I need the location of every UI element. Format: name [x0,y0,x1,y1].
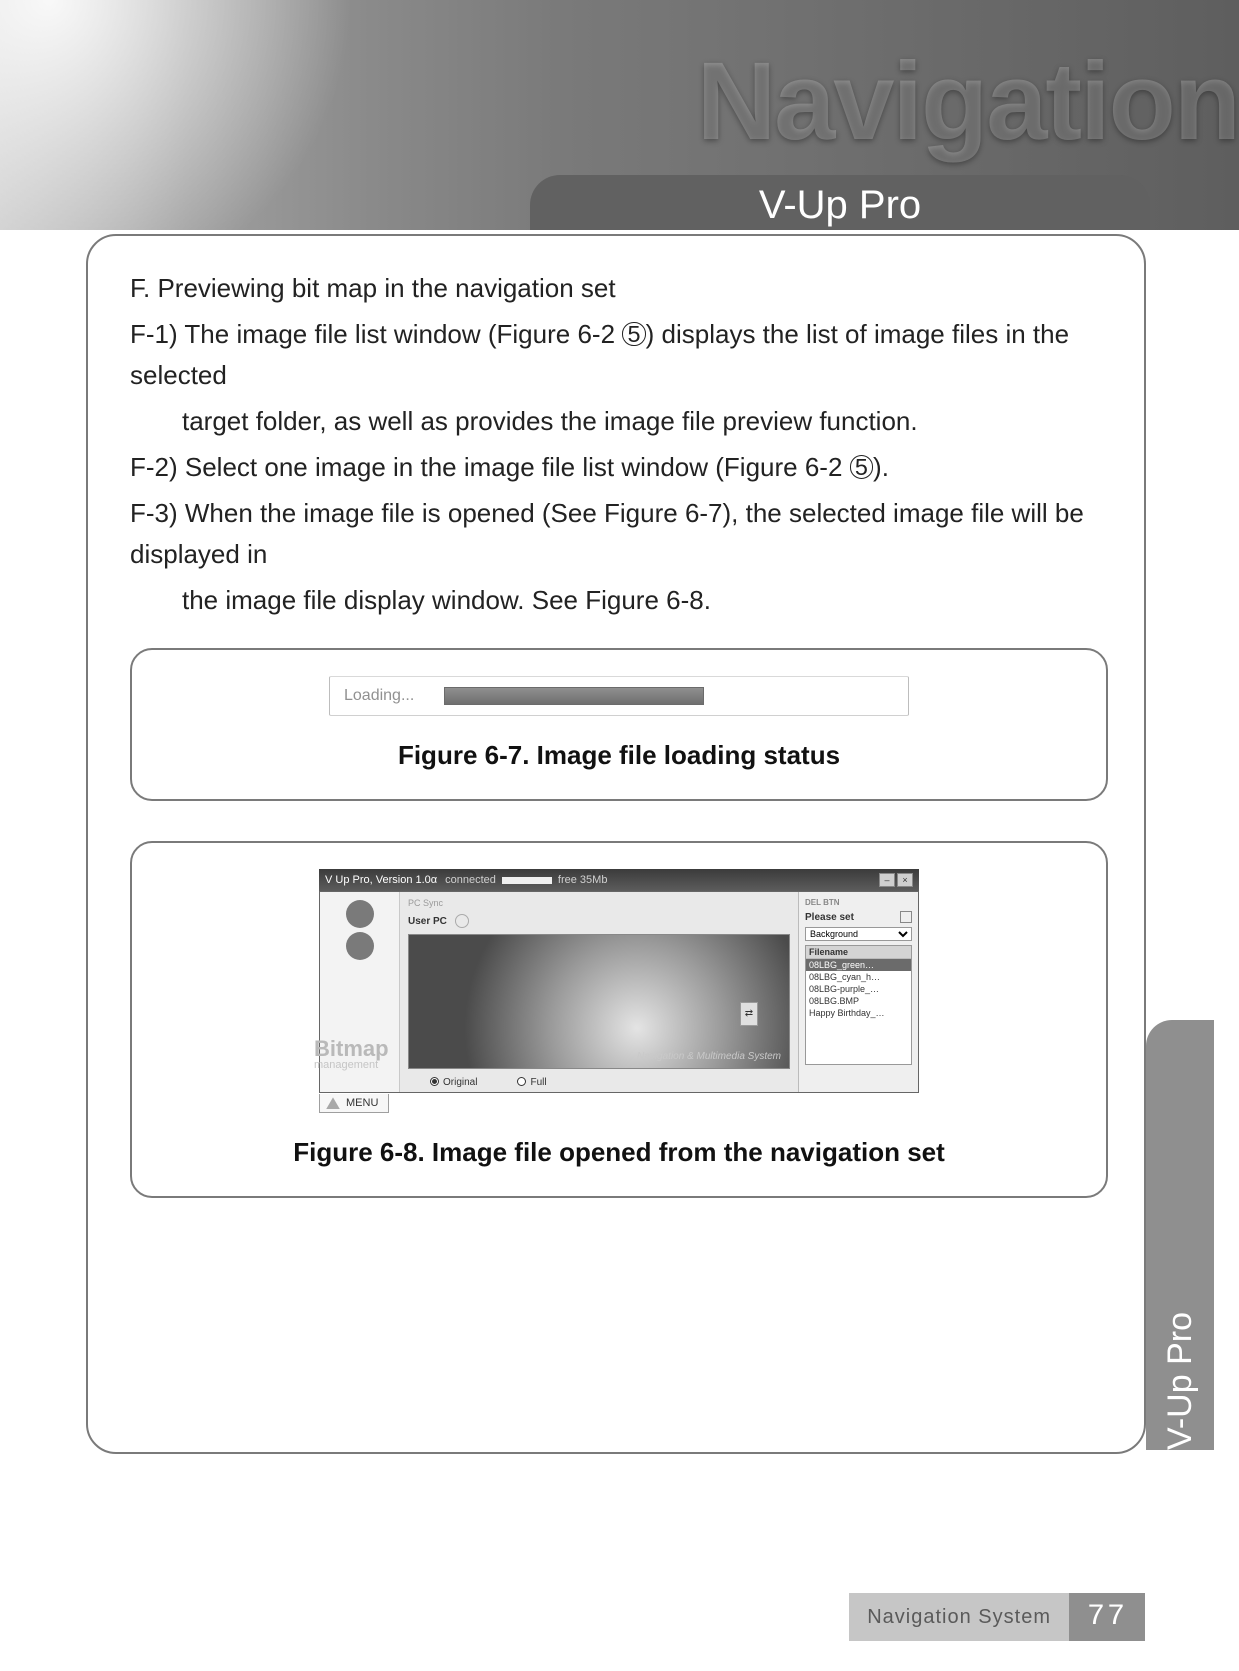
image-preview[interactable] [408,934,790,1069]
file-list-panel: DEL BTN Please set Background Filename 0… [798,892,918,1092]
loading-label: Loading... [344,687,414,705]
body-text: F. Previewing bit map in the navigation … [130,268,1108,620]
text-fragment: F-1) The image file list window (Figure … [130,319,622,349]
content-frame: F. Previewing bit map in the navigation … [86,234,1146,1454]
status-connected: connected [445,874,496,886]
step-f3-line2: the image file display window. See Figur… [130,580,1108,620]
step-f3-line1: F-3) When the image file is opened (See … [130,493,1108,574]
preview-panel: PC Sync User PC Original Full [400,892,798,1092]
circled-number-icon: 5 [850,455,873,478]
page-banner: Navigation V-Up Pro [0,0,1239,230]
step-f1-line2: target folder, as well as provides the i… [130,401,1108,441]
category-dropdown[interactable]: Background [805,927,912,941]
step-f1-line1: F-1) The image file list window (Figure … [130,314,1108,395]
title-bar[interactable]: V Up Pro, Version 1.0α connected free 35… [319,869,919,891]
section-tab-label: V-Up Pro [759,183,921,228]
please-set-label: Please set [805,912,854,923]
trash-icon[interactable] [900,911,912,923]
progress-bar [444,687,704,705]
radio-full[interactable]: Full [517,1077,546,1088]
figure-6-7-caption: Figure 6-7. Image file loading status [158,740,1080,771]
side-chapter-label: V-Up Pro [1161,1282,1200,1450]
refresh-icon[interactable] [455,914,469,928]
circled-number-icon: 5 [622,322,645,345]
list-item[interactable]: Happy Birthday_… [806,1007,911,1019]
menu-tab[interactable]: MENU [319,1094,389,1113]
app-window: V Up Pro, Version 1.0α connected free 35… [319,869,919,1113]
side-label-bot: management [314,1060,389,1070]
text-fragment: ). [873,452,889,482]
file-list[interactable]: Filename 08LBG_green… 08LBG_cyan_h… 08LB… [805,945,912,1065]
minimize-button[interactable]: – [879,873,895,887]
loading-strip: Loading... [329,676,909,716]
footer-label: Navigation System [849,1593,1069,1641]
close-button[interactable]: × [897,873,913,887]
page-number: 77 [1069,1593,1145,1641]
text-fragment: F-2) Select one image in the image file … [130,452,850,482]
user-pc-label: User PC [408,916,447,927]
side-panel: Bitmap management [320,892,400,1092]
figure-6-7-box: Loading... Figure 6-7. Image file loadin… [130,648,1108,801]
banner-watermark: Navigation [697,38,1239,165]
figure-6-8-box: V Up Pro, Version 1.0α connected free 35… [130,841,1108,1198]
list-item[interactable]: 08LBG.BMP [806,995,911,1007]
radio-original-label: Original [443,1077,477,1088]
step-f2: F-2) Select one image in the image file … [130,447,1108,487]
pc-sync-label: PC Sync [408,898,443,908]
figure-6-8-caption: Figure 6-8. Image file opened from the n… [158,1137,1080,1168]
list-item[interactable]: 08LBG_green… [806,959,911,971]
section-tab: V-Up Pro [530,175,1150,230]
list-item[interactable]: 08LBG-purple_… [806,983,911,995]
del-btn-label: DEL BTN [805,898,840,907]
transfer-button[interactable]: ⇄ [740,1002,758,1026]
status-free: free 35Mb [558,874,608,886]
radio-full-label: Full [530,1077,546,1088]
page-footer: Navigation System 77 [849,1593,1145,1641]
file-list-header: Filename [806,946,911,959]
list-item[interactable]: 08LBG_cyan_h… [806,971,911,983]
radio-original[interactable]: Original [430,1077,477,1088]
side-chapter-tab: V-Up Pro [1146,1020,1214,1450]
side-label-top: Bitmap [314,1036,389,1061]
app-title: V Up Pro, Version 1.0α [325,874,437,886]
heading-f: F. Previewing bit map in the navigation … [130,268,1108,308]
